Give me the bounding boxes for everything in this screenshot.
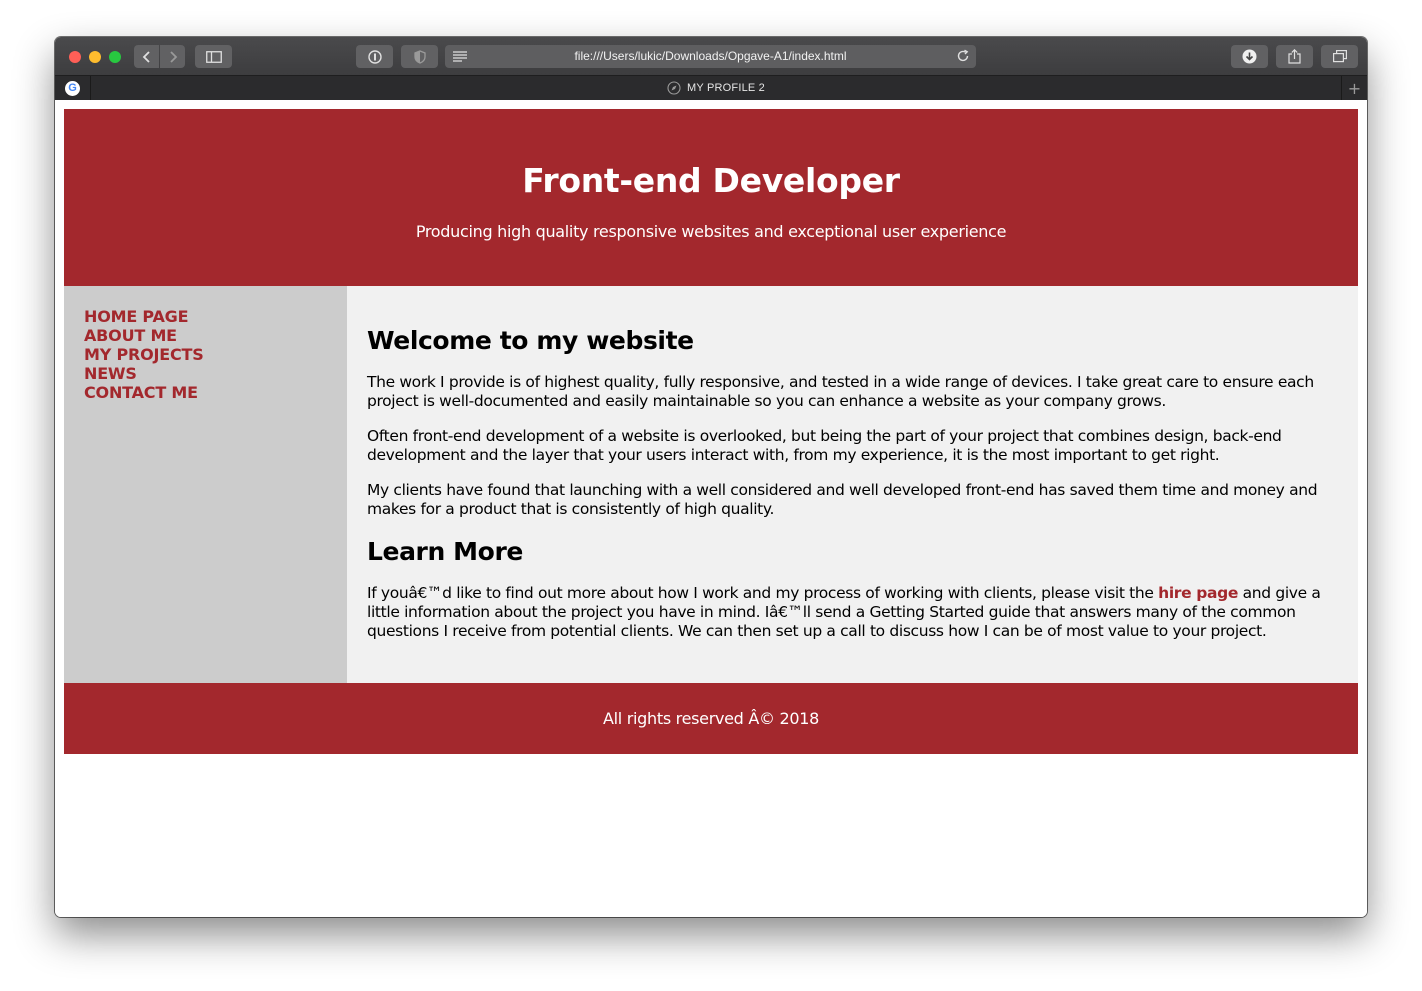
nav-about-me[interactable]: ABOUT ME	[84, 326, 327, 345]
welcome-heading: Welcome to my website	[367, 326, 694, 355]
sidebar-nav: HOME PAGE ABOUT ME MY PROJECTS NEWS CONT…	[64, 286, 347, 683]
learn-more-text-before: If youâ€™d like to find out more about h…	[367, 584, 1159, 602]
sidebar-toggle-button[interactable]	[195, 45, 232, 68]
site-title: Front-end Developer	[522, 161, 900, 200]
hire-page-link[interactable]: hire page	[1158, 584, 1238, 602]
close-window-button[interactable]	[69, 51, 81, 63]
nav-contact-me[interactable]: CONTACT ME	[84, 383, 327, 402]
browser-window: file:///Users/lukic/Downloads/Opgave-A1/…	[55, 37, 1367, 917]
zoom-window-button[interactable]	[109, 51, 121, 63]
site-header: Front-end Developer Producing high quali…	[64, 109, 1358, 286]
browser-toolbar: file:///Users/lukic/Downloads/Opgave-A1/…	[55, 37, 1367, 75]
intro-paragraph-1: The work I provide is of highest quality…	[367, 373, 1314, 410]
download-icon	[1242, 49, 1257, 64]
page-viewport: Front-end Developer Producing high quali…	[55, 100, 1367, 917]
sidebar-icon	[205, 50, 222, 63]
google-icon: G	[65, 80, 80, 96]
learn-more-heading: Learn More	[367, 537, 523, 566]
forward-button[interactable]	[160, 45, 185, 68]
url-text: file:///Users/lukic/Downloads/Opgave-A1/…	[574, 49, 847, 63]
reload-icon[interactable]	[956, 49, 970, 63]
site-container: Front-end Developer Producing high quali…	[64, 109, 1358, 754]
chevron-left-icon	[142, 50, 150, 63]
page-body: HOME PAGE ABOUT ME MY PROJECTS NEWS CONT…	[64, 286, 1358, 683]
tab-my-profile[interactable]: MY PROFILE 2	[91, 76, 1341, 100]
tab-bar: G MY PROFILE 2 +	[55, 75, 1367, 100]
privacy-extension-button[interactable]	[401, 45, 438, 68]
password-extension-button[interactable]	[356, 45, 393, 68]
address-bar[interactable]: file:///Users/lukic/Downloads/Opgave-A1/…	[445, 45, 976, 68]
share-icon	[1288, 49, 1301, 64]
downloads-button[interactable]	[1231, 45, 1268, 68]
site-footer: All rights reserved Â© 2018	[64, 683, 1358, 754]
learn-more-paragraph: If youâ€™d like to find out more about h…	[367, 584, 1338, 641]
shield-icon	[413, 49, 426, 64]
password-manager-icon	[367, 49, 382, 64]
pinned-tab-google[interactable]: G	[55, 76, 91, 100]
copyright-text: All rights reserved Â© 2018	[603, 709, 819, 728]
compass-icon	[667, 81, 681, 95]
share-button[interactable]	[1276, 45, 1313, 68]
chevron-right-icon	[169, 50, 177, 63]
nav-home-page[interactable]: HOME PAGE	[84, 307, 327, 326]
tab-overview-button[interactable]	[1321, 45, 1358, 68]
intro-paragraph-2: Often front-end development of a website…	[367, 427, 1282, 464]
back-button[interactable]	[134, 45, 159, 68]
site-subtitle: Producing high quality responsive websit…	[415, 222, 1007, 241]
main-content: Welcome to my website The work I provide…	[347, 286, 1358, 683]
minimize-window-button[interactable]	[89, 51, 101, 63]
tabs-icon	[1332, 50, 1347, 63]
tab-title: MY PROFILE 2	[687, 82, 765, 94]
new-tab-button[interactable]: +	[1341, 76, 1367, 100]
nav-my-projects[interactable]: MY PROJECTS	[84, 345, 327, 364]
nav-news[interactable]: NEWS	[84, 364, 327, 383]
intro-paragraph-3: My clients have found that launching wit…	[367, 481, 1318, 518]
